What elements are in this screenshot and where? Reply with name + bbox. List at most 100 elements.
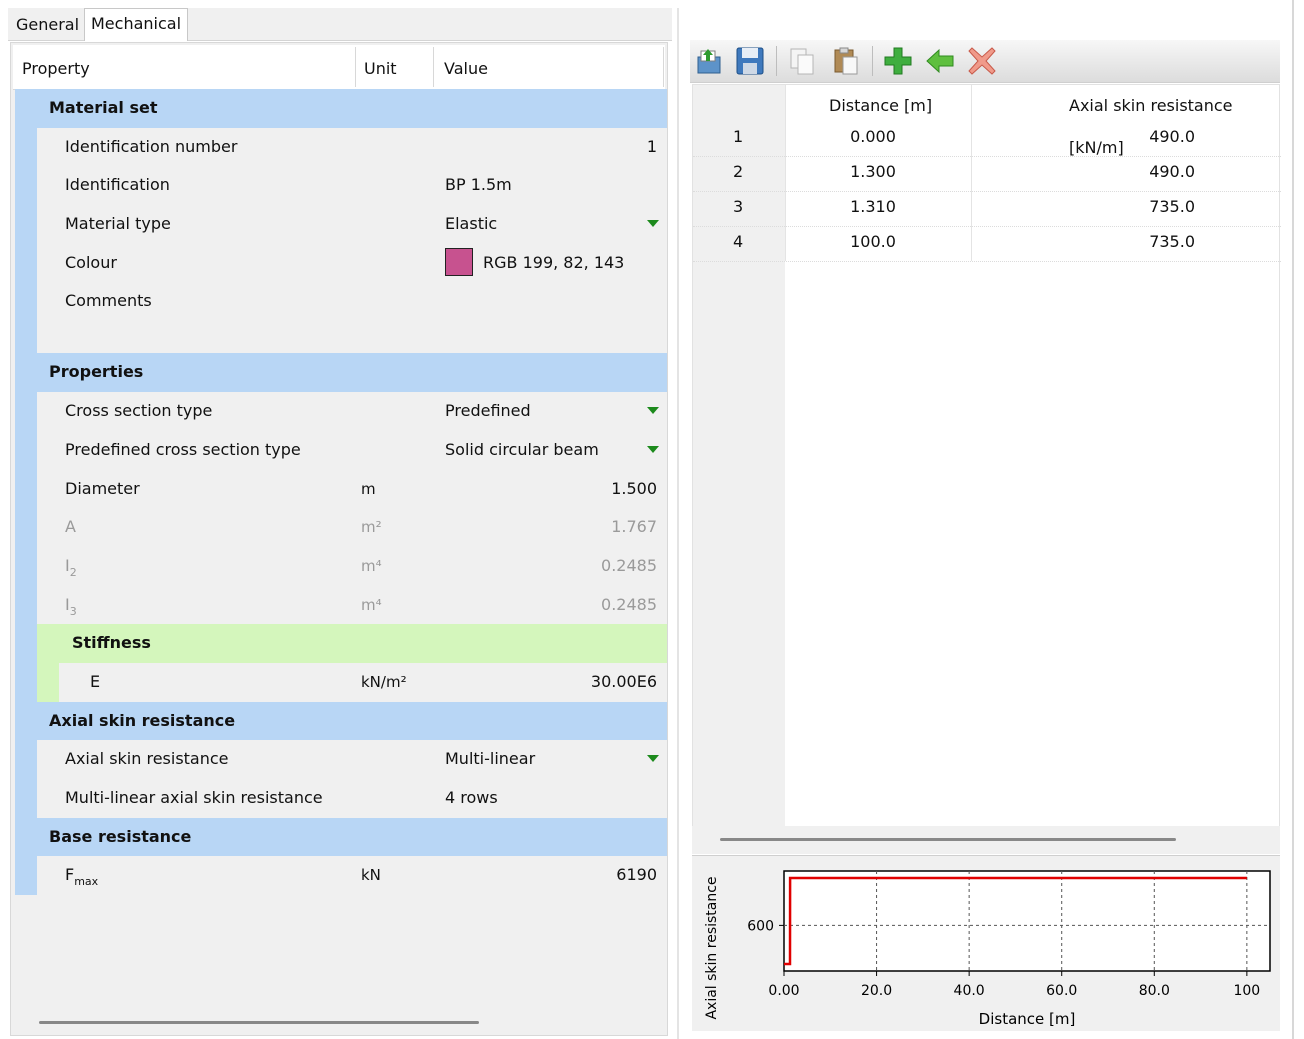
dropdown-arrow-icon[interactable] (647, 220, 659, 228)
section-title: Properties (49, 362, 144, 382)
resistance-cell[interactable]: 735.0 (1149, 191, 1195, 223)
row-fmax[interactable]: Fmax kN 6190 (15, 856, 667, 896)
row-axial-skin-resistance[interactable]: Axial skin resistance Multi-linear (15, 740, 667, 779)
panel-splitter[interactable] (677, 8, 679, 1039)
row-number[interactable]: 4 (733, 226, 743, 258)
copy-icon[interactable] (786, 45, 818, 77)
i3-value: 0.2485 (601, 594, 657, 614)
row-material-type[interactable]: Material type Elastic (15, 205, 667, 244)
property-label: Material type (65, 214, 171, 234)
property-grid-header: Property Unit Value (13, 45, 665, 90)
chart-canvas: 0.00 20.0 40.0 60.0 80.0 100 600 Axial skin re… (704, 870, 1271, 1028)
subsection-title: Stiffness (72, 633, 151, 653)
table-row[interactable]: 2 1.300 490.0 (693, 156, 1281, 192)
unit-label: m⁴ (361, 595, 382, 614)
table-panel: Distance [m] Axial skin resistance [kN/m… (690, 40, 1282, 1035)
column-divider (663, 47, 664, 87)
unit-label: kN/m² (361, 672, 407, 691)
dropdown-arrow-icon[interactable] (647, 445, 659, 453)
section-axial-skin-resistance[interactable]: Axial skin resistance (15, 701, 667, 741)
e-field[interactable]: 30.00E6 (591, 663, 657, 701)
section-material-set[interactable]: Material set (15, 89, 667, 128)
y-axis-label: Axial skin resistance (704, 876, 720, 1019)
x-tick-label: 60.0 (1046, 983, 1077, 999)
insert-row-icon[interactable] (924, 45, 956, 77)
resistance-cell[interactable]: 490.0 (1149, 121, 1195, 153)
column-header-distance[interactable]: Distance [m] (829, 85, 932, 125)
row-i3: I3 m⁴ 0.2485 (15, 585, 667, 625)
resistance-cell[interactable]: 735.0 (1149, 226, 1195, 258)
column-divider[interactable] (433, 47, 434, 87)
row-number[interactable]: 2 (733, 156, 743, 188)
add-row-icon[interactable] (882, 45, 914, 77)
horizontal-scrollbar[interactable] (39, 1021, 479, 1024)
property-label: E (90, 671, 101, 691)
section-title: Material set (49, 98, 158, 117)
column-header-unit[interactable]: Unit (364, 45, 397, 89)
fmax-field[interactable]: 6190 (616, 856, 657, 894)
colour-swatch[interactable] (445, 247, 473, 276)
distance-cell[interactable]: 0.000 (833, 121, 913, 153)
open-icon[interactable] (694, 45, 726, 77)
property-label: Multi-linear axial skin resistance (65, 788, 323, 807)
column-header-value[interactable]: Value (444, 45, 488, 89)
save-icon[interactable] (734, 45, 766, 77)
row-comments[interactable]: Comments (15, 282, 667, 341)
distance-cell[interactable]: 1.300 (833, 156, 913, 188)
table-row[interactable]: 3 1.310 735.0 (693, 191, 1281, 227)
property-label: Predefined cross section type (65, 439, 301, 459)
tab-bar: General Mechanical (8, 8, 672, 41)
tab-mechanical[interactable]: Mechanical (84, 8, 189, 41)
predefined-cross-section-select[interactable]: Solid circular beam (445, 431, 599, 469)
paste-icon[interactable] (830, 45, 862, 77)
tab-general[interactable]: General (10, 11, 85, 40)
row-diameter[interactable]: Diameter m 1.500 (15, 469, 667, 509)
multi-linear-table: Distance [m] Axial skin resistance [kN/m… (692, 84, 1281, 854)
identification-field[interactable]: BP 1.5m (445, 166, 512, 204)
section-title: Axial skin resistance (49, 710, 236, 730)
property-rows: Material set Identification number 1 Ide… (15, 89, 667, 896)
property-label: I2 (65, 555, 77, 579)
properties-panel: General Mechanical Property Unit Value M… (0, 0, 676, 1039)
distance-cell[interactable]: 1.310 (833, 191, 913, 223)
axial-skin-resistance-select[interactable]: Multi-linear (445, 740, 535, 778)
row-colour[interactable]: Colour RGB 199, 82, 143 (15, 243, 667, 283)
property-label: Colour (65, 252, 117, 272)
unit-label: m² (361, 518, 382, 537)
row-e[interactable]: E kN/m² 30.00E6 (15, 662, 667, 702)
distance-cell[interactable]: 100.0 (833, 226, 913, 258)
x-axis-label: Distance [m] (979, 1010, 1076, 1028)
property-label: Cross section type (65, 401, 213, 421)
section-properties[interactable]: Properties (15, 353, 667, 393)
table-row[interactable]: 4 100.0 735.0 (693, 226, 1281, 262)
delete-row-icon[interactable] (966, 45, 998, 77)
cross-section-type-select[interactable]: Predefined (445, 392, 531, 430)
column-header-property[interactable]: Property (22, 45, 90, 89)
resistance-cell[interactable]: 490.0 (1149, 156, 1195, 188)
row-multi-linear[interactable]: Multi-linear axial skin resistance 4 row… (15, 779, 667, 818)
row-number[interactable]: 3 (733, 191, 743, 223)
section-base-resistance[interactable]: Base resistance (15, 817, 667, 857)
area-value: 1.767 (611, 517, 657, 537)
x-tick-label: 100 (1233, 983, 1260, 999)
row-cross-section-type[interactable]: Cross section type Predefined (15, 392, 667, 431)
property-label: Diameter (65, 478, 140, 498)
row-identification-number[interactable]: Identification number 1 (15, 127, 667, 167)
column-divider[interactable] (355, 47, 356, 87)
dropdown-arrow-icon[interactable] (647, 407, 659, 415)
plot-area (783, 870, 1271, 972)
row-number[interactable]: 1 (733, 121, 743, 153)
section-stiffness[interactable]: Stiffness (15, 624, 667, 663)
dropdown-arrow-icon[interactable] (647, 755, 659, 763)
row-i2: I2 m⁴ 0.2485 (15, 546, 667, 586)
identification-number-value[interactable]: 1 (647, 128, 657, 166)
row-identification[interactable]: Identification BP 1.5m (15, 166, 667, 206)
row-predefined-cross-section-type[interactable]: Predefined cross section type Solid circ… (15, 430, 667, 470)
column-header-axial-skin-resistance[interactable]: Axial skin resistance [kN/m] (1069, 85, 1279, 157)
multi-linear-value[interactable]: 4 rows (445, 779, 498, 817)
horizontal-scrollbar[interactable] (720, 838, 1176, 841)
section-title: Base resistance (49, 826, 192, 846)
table-row[interactable]: 1 0.000 490.0 (693, 121, 1281, 157)
diameter-field[interactable]: 1.500 (611, 470, 657, 508)
material-type-select[interactable]: Elastic (445, 205, 497, 243)
